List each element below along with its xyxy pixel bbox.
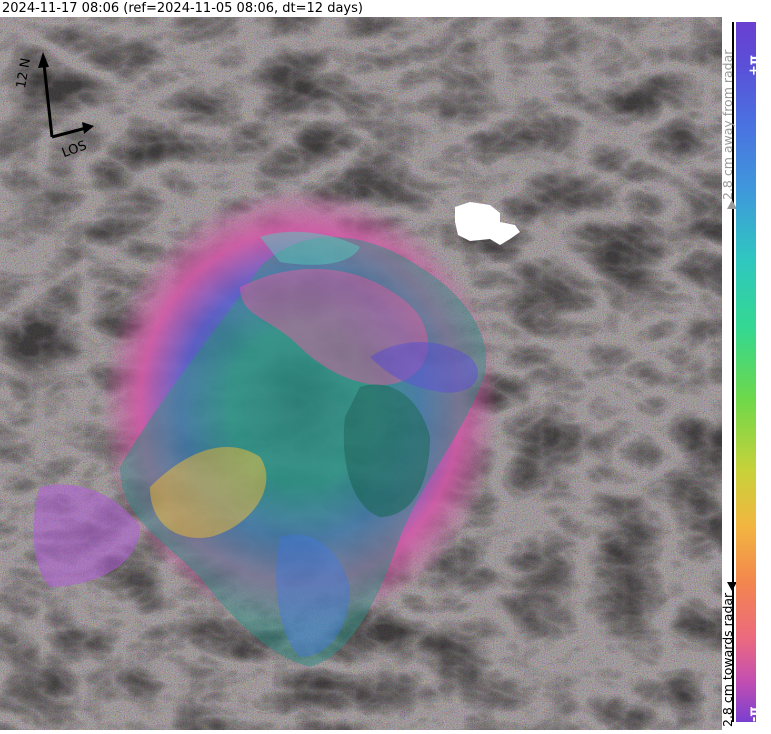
colorbar-gradient — [736, 22, 756, 722]
colorbar-panel: 2.8 cm away from radar 2.8 cm towards ra… — [720, 17, 771, 730]
interferogram-image: 12 N LOS — [0, 17, 722, 730]
colorbar-bottom-label: -π — [747, 706, 762, 722]
colorbar-top-label: +π — [747, 54, 762, 76]
away-from-radar-label: 2.8 cm away from radar — [720, 49, 735, 200]
towards-radar-label: 2.8 cm towards radar — [720, 592, 735, 727]
phase-colorbar: +π -π — [736, 22, 762, 734]
image-title: 2024-11-17 08:06 (ref=2024-11-05 08:06, … — [2, 1, 363, 16]
